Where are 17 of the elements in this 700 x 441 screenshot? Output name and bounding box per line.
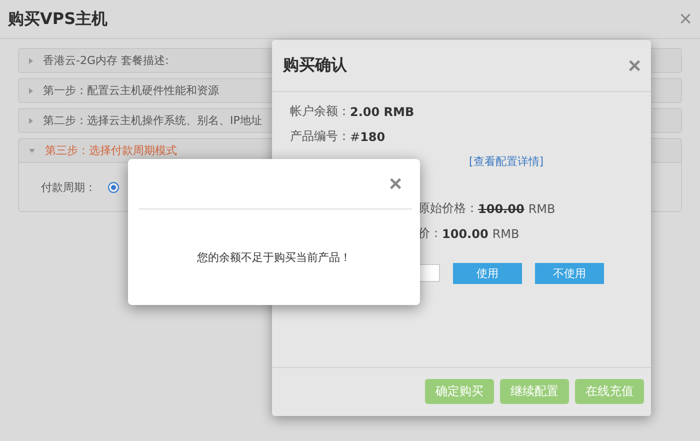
field-label: 帐户余额： [290,103,350,120]
section-title: 第三步：选择付款周期模式 [45,143,177,158]
currency-label: RMB [528,202,556,216]
section-title: 第二步：选择云主机操作系统、别名、IP地址 [43,113,262,128]
price-amount: 100.00 [478,202,524,216]
field-label: 付款周期： [41,180,96,194]
section-title: 香港云-2G内存 套餐描述: [43,53,169,68]
page-title: 购买VPS主机 [8,8,108,30]
field-label: 原始价格： [418,200,478,217]
alert-message: 您的余额不足于购买当前产品！ [197,250,351,265]
price-amount: 100.00 [442,226,488,240]
dialog-title: 购买确认 [283,55,347,76]
currency-label: RMB [492,226,520,240]
field-value: 2.00 RMB [350,104,414,118]
field-value: #180 [350,130,386,144]
field-label: 产品编号： [290,128,350,145]
section-title: 第一步：配置云主机硬件性能和资源 [43,83,219,98]
